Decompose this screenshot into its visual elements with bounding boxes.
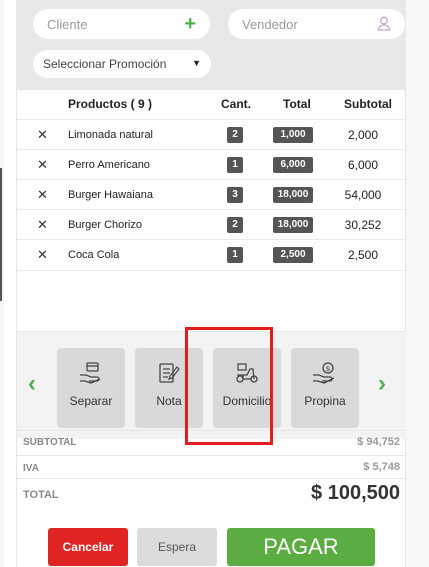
option-separar[interactable]: Separar xyxy=(57,348,125,428)
option-label: Propina xyxy=(304,394,346,408)
user-icon xyxy=(377,16,391,37)
customer-placeholder: Cliente xyxy=(47,16,88,32)
table-row: ✕ Burger Hawaiana 3 18,000 54,000 xyxy=(17,179,406,209)
iva-row: IVA $ 5,748 xyxy=(17,455,406,478)
table-row: ✕ Limonada natural 2 1,000 2,000 xyxy=(17,119,406,149)
seller-input[interactable]: Vendedor xyxy=(228,9,405,39)
left-edge xyxy=(0,0,4,567)
iva-value: $ 5,748 xyxy=(363,461,400,473)
total-label: TOTAL xyxy=(23,489,59,501)
chevron-left-icon[interactable]: ‹ xyxy=(28,372,36,396)
left-scroll-mark xyxy=(0,168,2,301)
total-row: TOTAL $ 100,500 xyxy=(17,478,406,508)
table-row: ✕ Perro Americano 1 6,000 6,000 xyxy=(17,149,406,179)
row-subtotal: 2,000 xyxy=(347,128,379,142)
option-propina[interactable]: $ Propina xyxy=(291,348,359,428)
remove-icon[interactable]: ✕ xyxy=(37,187,48,203)
promotion-selected: Seleccionar Promoción xyxy=(43,57,167,71)
option-label: Separar xyxy=(69,394,113,408)
product-name: Perro Americano xyxy=(68,159,150,171)
customer-header: Cliente + Vendedor Seleccionar Promoción… xyxy=(17,0,406,90)
promotion-select[interactable]: Seleccionar Promoción ▼ xyxy=(33,50,211,78)
header-subtotal: Subtotal xyxy=(344,97,392,111)
product-name: Coca Cola xyxy=(68,249,120,261)
order-panel: Cliente + Vendedor Seleccionar Promoción… xyxy=(16,0,406,567)
iva-label: IVA xyxy=(23,463,39,474)
qty-badge[interactable]: 3 xyxy=(227,187,243,203)
row-subtotal: 2,500 xyxy=(347,248,379,262)
qty-badge[interactable]: 2 xyxy=(227,127,243,143)
remove-icon[interactable]: ✕ xyxy=(37,157,48,173)
table-divider xyxy=(17,270,406,271)
caret-down-icon: ▼ xyxy=(192,58,201,68)
qty-badge[interactable]: 1 xyxy=(227,247,243,263)
remove-icon[interactable]: ✕ xyxy=(37,247,48,263)
subtotal-value: $ 94,752 xyxy=(357,436,400,448)
cancel-button[interactable]: Cancelar xyxy=(48,528,128,566)
pay-button[interactable]: PAGAR xyxy=(227,528,375,566)
header-products: Productos ( 9 ) xyxy=(68,97,153,111)
tip-icon: $ xyxy=(291,362,359,384)
table-row: ✕ Burger Chorizo 2 18,000 30,252 xyxy=(17,209,406,239)
customer-input[interactable]: Cliente + xyxy=(33,9,210,39)
highlight-box xyxy=(185,327,273,445)
remove-icon[interactable]: ✕ xyxy=(37,217,48,233)
qty-badge[interactable]: 1 xyxy=(227,157,243,173)
total-badge: 18,000 xyxy=(273,187,313,203)
chevron-right-icon[interactable]: › xyxy=(378,372,386,396)
product-name: Limonada natural xyxy=(68,129,154,141)
card-hand-icon xyxy=(57,362,125,384)
header-total: Total xyxy=(283,97,311,111)
row-subtotal: 30,252 xyxy=(344,218,382,232)
subtotal-label: SUBTOTAL xyxy=(23,437,77,448)
table-row: ✕ Coca Cola 1 2,500 2,500 xyxy=(17,239,406,269)
hold-button[interactable]: Espera xyxy=(137,528,217,566)
total-badge: 1,000 xyxy=(273,127,313,143)
product-name: Burger Chorizo xyxy=(68,219,142,231)
total-badge: 6,000 xyxy=(273,157,313,173)
row-subtotal: 6,000 xyxy=(347,158,379,172)
total-badge: 2,500 xyxy=(273,247,313,263)
table-header: Productos ( 9 ) Cant. Total Subtotal xyxy=(17,90,406,119)
product-name: Burger Hawaiana xyxy=(68,189,153,201)
plus-icon[interactable]: + xyxy=(184,14,196,34)
right-scrollbar[interactable] xyxy=(405,0,429,567)
svg-text:$: $ xyxy=(326,365,330,373)
qty-badge[interactable]: 2 xyxy=(227,217,243,233)
remove-icon[interactable]: ✕ xyxy=(37,127,48,143)
seller-placeholder: Vendedor xyxy=(242,16,298,32)
total-badge: 18,000 xyxy=(273,217,313,233)
header-qty: Cant. xyxy=(221,97,251,111)
total-value: $ 100,500 xyxy=(311,482,400,504)
row-subtotal: 54,000 xyxy=(344,188,382,202)
